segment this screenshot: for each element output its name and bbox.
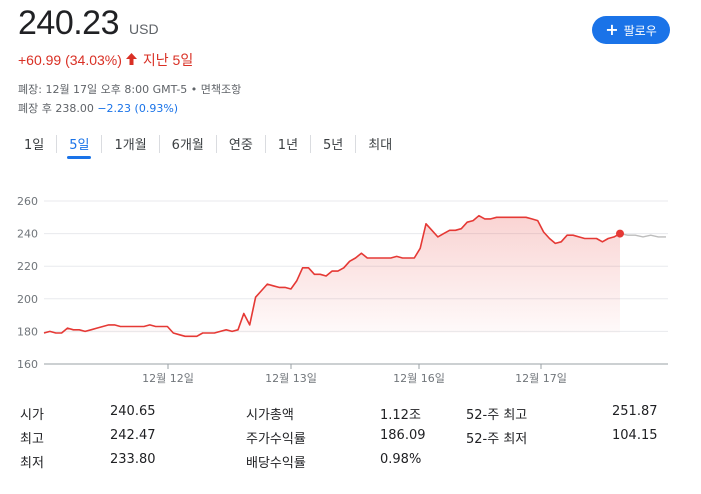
- y-tick-label: 220: [17, 260, 38, 273]
- stat-value: 251.87: [612, 404, 658, 419]
- stat-label: 주가수익률: [246, 432, 306, 447]
- y-tick-label: 240: [17, 228, 38, 241]
- x-tick-label: 12월 16일: [393, 371, 445, 385]
- price-header: 240.23 USD: [18, 4, 159, 43]
- stat-label: 52-주 최저: [466, 432, 528, 447]
- stat-label: 최고: [20, 432, 44, 447]
- stat-label: 배당수익률: [246, 456, 306, 471]
- price-chart: 260 240 220 200 180 160 12월 12일 12월 13일 12월 16일 1…: [0, 180, 701, 385]
- stat-value: 0.98%: [380, 452, 422, 467]
- stat-label: 최저: [20, 456, 44, 471]
- tab-1[interactable]: 5일: [57, 130, 101, 159]
- after-hours-price: 폐장 후 238.00: [18, 102, 94, 115]
- change-value: +60.99 (34.03%): [18, 52, 122, 68]
- after-hours-info: 폐장 후 238.00 −2.23 (0.93%): [18, 100, 178, 116]
- currency-label: USD: [129, 21, 159, 37]
- y-tick-label: 200: [17, 293, 38, 306]
- stat-label: 시가총액: [246, 408, 294, 423]
- price-change: +60.99 (34.03%) 지난 5일: [18, 50, 193, 70]
- after-hours-change: −2.23 (0.93%): [97, 102, 179, 115]
- stat-label: 시가: [20, 408, 44, 423]
- tab-4[interactable]: 연중: [217, 130, 265, 157]
- stat-value: 104.15: [612, 428, 658, 443]
- tab-6[interactable]: 5년: [311, 130, 355, 157]
- stat-value: 186.09: [380, 428, 426, 443]
- follow-button-label: 팔로우: [623, 23, 657, 38]
- follow-button[interactable]: + 팔로우: [592, 16, 670, 44]
- tab-2[interactable]: 1개월: [102, 130, 158, 157]
- x-tick-label: 12월 12일: [142, 371, 194, 385]
- current-price: 240.23: [18, 4, 120, 42]
- stat-value: 1.12조: [380, 408, 421, 423]
- y-tick-label: 160: [17, 358, 38, 371]
- x-tick-label: 12월 13일: [265, 371, 317, 385]
- stat-value: 240.65: [110, 404, 156, 419]
- stat-label: 52-주 최고: [466, 408, 528, 423]
- stat-value: 233.80: [110, 452, 156, 467]
- range-tabs: 1일 5일 1개월 6개월 연중 1년 5년 최대: [12, 130, 404, 160]
- stat-value: 242.47: [110, 428, 156, 443]
- plus-icon: +: [605, 20, 619, 39]
- y-tick-label: 180: [17, 325, 38, 338]
- last-price-marker[interactable]: [616, 229, 624, 238]
- close-info: 폐장: 12월 17일 오후 8:00 GMT-5 • 면책조항: [18, 83, 242, 96]
- tab-3[interactable]: 6개월: [160, 130, 216, 157]
- up-arrow-icon: [125, 52, 137, 68]
- change-period: 지난 5일: [142, 52, 194, 68]
- tab-5[interactable]: 1년: [266, 130, 310, 157]
- y-tick-label: 260: [17, 195, 38, 208]
- tab-7[interactable]: 최대: [356, 130, 404, 157]
- tab-0[interactable]: 1일: [12, 130, 56, 157]
- x-tick-label: 12월 17일: [515, 371, 567, 385]
